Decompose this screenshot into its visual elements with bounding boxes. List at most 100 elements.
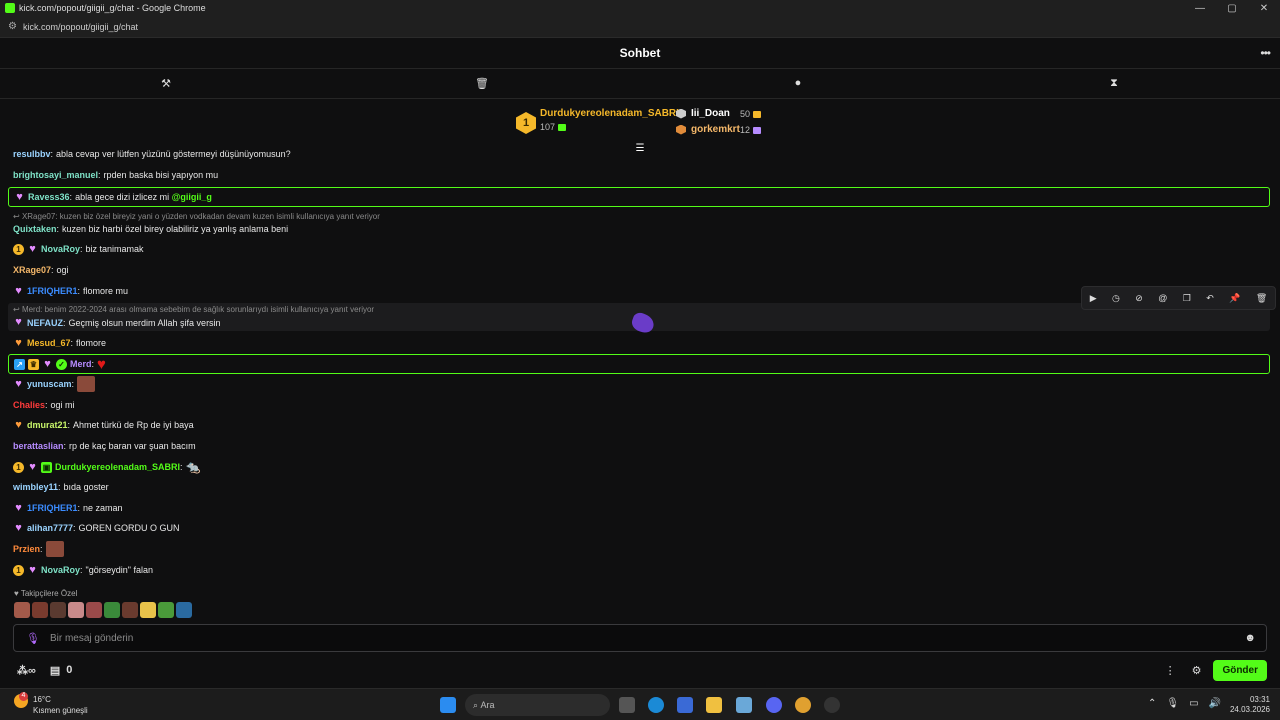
emote-3-icon[interactable] [50,602,66,618]
timeout-clock-icon[interactable]: ◷ [1112,293,1120,304]
reply-context[interactable]: ↩ Merd: benim 2022-2024 arası olmama seb… [13,305,374,314]
store-app-icon[interactable] [677,697,693,713]
channel-points-icon[interactable]: ⁂∞ [17,664,36,677]
chat-username[interactable]: Przien [13,544,40,554]
emote-9-icon[interactable] [158,602,174,618]
taskbar-search[interactable]: ⌕ Ara [465,694,610,716]
leaderboard-third-name: gorkemkrt [691,124,740,135]
settings-gear-icon[interactable]: ⚙ [1192,664,1202,677]
emote-8-icon[interactable] [140,602,156,618]
chat-username[interactable]: wimbley11 [13,482,58,492]
edge-icon[interactable] [648,697,664,713]
emote-10-icon[interactable] [176,602,192,618]
chat-message[interactable]: ♥ 1FRIQHER1: ne zaman [8,498,1270,518]
chat-username[interactable]: Ravess36 [28,192,70,202]
chat-input[interactable] [49,632,1245,644]
network-icon[interactable]: ▭ [1189,698,1198,709]
task-view-icon[interactable] [619,697,635,713]
chat-input-box[interactable]: 🎙 ☻ [13,624,1267,652]
pin-icon[interactable]: 📌 [1229,293,1240,304]
emote-2-icon[interactable] [32,602,48,618]
emote-7-icon[interactable] [122,602,138,618]
leaderboard-third[interactable]: gorkemkrt 12 [676,124,762,135]
chat-username[interactable]: dmurat21 [27,420,68,430]
network-app-icon[interactable] [736,697,752,713]
chat-username[interactable]: 1FRIQHER1 [27,503,78,513]
chat-message[interactable]: 1 ♥ NovaRoy: "görseydin" falan [8,560,1270,580]
delete-icon[interactable]: 🗑 [1256,293,1267,304]
chat-username[interactable]: brightosayi_manuel [13,170,98,180]
site-info-icon[interactable]: ⚙ [8,21,18,32]
trash-icon[interactable]: 🗑 [475,77,489,91]
chat-username[interactable]: berattaslian [13,441,64,451]
maximize-button[interactable]: ▢ [1216,3,1248,14]
chat-username[interactable]: XRage07 [13,265,51,275]
clock[interactable]: 03:31 24.03.2026 [1230,695,1270,715]
at-mention-icon[interactable]: @ [1158,293,1167,303]
chat-message[interactable]: 1 ♥ NovaRoy: biz tanimamak [8,239,1270,259]
chat-message[interactable]: resulbbv: abla cevap ver lütfen yüzünü g… [8,150,1270,164]
chat-message-highlighted[interactable]: ♥ Ravess36: abla gece dizi izlicez mi @g… [8,187,1270,207]
chat-username[interactable]: NovaRoy [41,244,80,254]
emote-5-icon[interactable] [86,602,102,618]
leaderboard-first[interactable]: 1 Durdukyereolenadam_SABRI 107 [516,108,679,134]
chat-username[interactable]: Mesud_67 [27,338,71,348]
copy-icon[interactable]: ❐ [1183,293,1191,304]
close-button[interactable]: ✕ [1248,3,1280,14]
chat-message[interactable]: ♥ alihan7777: GOREN GORDU O GUN [8,518,1270,538]
send-button[interactable]: Gönder [1213,659,1267,681]
chat-username[interactable]: Durdukyereolenadam_SABRI [55,462,180,472]
more-vertical-icon[interactable]: ⋮ [1165,664,1176,677]
chat-message[interactable]: ♥ dmurat21: Ahmet türkü de Rp de iyi bay… [8,415,1270,435]
chevron-up-icon[interactable]: ⌃ [1148,698,1156,709]
file-explorer-icon[interactable] [706,697,722,713]
chat-username[interactable]: alihan7777 [27,523,73,533]
volume-icon[interactable]: 🔊 [1209,698,1221,709]
chat-message-highlighted[interactable]: ↗ ♛ ♥ ✓ Merd: ♥ [8,354,1270,374]
rat-emote-icon: 🐀 [185,460,201,474]
chat-message[interactable]: Chalies: ogi mi [8,395,1270,415]
play-icon[interactable]: ▶ [1090,293,1097,304]
more-options-icon[interactable]: ••• [1260,46,1271,60]
chat-message[interactable]: Przien: [8,539,1270,559]
chat-username[interactable]: Chalies [13,400,45,410]
hourglass-icon[interactable]: ⧗ [1107,77,1121,91]
emoji-picker-icon[interactable]: ☻ [1244,632,1256,644]
chrome-icon[interactable] [795,697,811,713]
chat-message[interactable]: 1 ♥ ▣ Durdukyereolenadam_SABRI: 🐀 [8,457,1270,477]
emote-1-icon[interactable] [14,602,30,618]
app-icon[interactable] [824,697,840,713]
emote-4-icon[interactable] [68,602,84,618]
slash-icon[interactable]: ⊘ [1135,293,1143,304]
emote-6-icon[interactable] [104,602,120,618]
minimize-button[interactable]: — [1184,3,1216,14]
address-bar[interactable]: ⚙ kick.com/popout/giigii_g/chat [0,16,1280,38]
chat-text: bıda goster [63,482,109,492]
hammer-icon[interactable]: ⚒ [159,77,173,91]
chat-message[interactable]: XRage07: ogi [8,260,1270,280]
store-icon[interactable]: ▤ [50,664,60,677]
chat-username[interactable]: yunuscam [27,379,72,389]
leaderboard-second[interactable]: Iii_Doan 50 [676,108,762,119]
discord-icon[interactable] [766,697,782,713]
chat-username[interactable]: 1FRIQHER1 [27,286,78,296]
chat-message[interactable]: wimbley11: bıda goster [8,477,1270,497]
chat-message[interactable]: ♥ yunuscam: [8,374,1270,394]
chat-username[interactable]: NovaRoy [41,565,80,575]
chat-username[interactable]: Quixtaken [13,224,57,234]
chat-message[interactable]: ♥ Mesud_67: flomore [8,333,1270,353]
chat-bubble-icon[interactable]: ● [791,77,805,91]
reply-icon[interactable]: ↶ [1206,293,1214,304]
microphone-icon[interactable]: 🎙 [26,632,40,645]
chat-username[interactable]: Merd [70,359,92,369]
chat-message[interactable]: berattaslian: rp de kaç baran var şuan b… [8,436,1068,456]
weather-widget[interactable]: 4 16°C Kısmen güneşli [14,692,88,715]
leaderboard-second-name: Iii_Doan [691,108,730,119]
mention[interactable]: @giigii_g [172,192,212,202]
mic-tray-icon[interactable]: 🎙 [1166,698,1179,709]
windows-start-icon[interactable] [440,697,456,713]
chat-username[interactable]: NEFAUZ [27,318,63,328]
chat-message[interactable]: Quixtaken: kuzen biz harbi özel birey ol… [8,219,1270,239]
chat-message[interactable]: brightosayi_manuel: rpden baska bisi yap… [8,165,1270,185]
chat-username[interactable]: resulbbv [13,150,51,159]
